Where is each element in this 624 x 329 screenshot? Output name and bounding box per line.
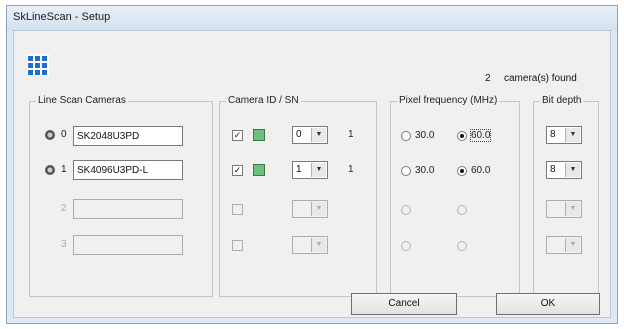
camera-id-select-1[interactable]: 1 ▼ xyxy=(292,161,328,179)
setup-window: SkLineScan - Setup 2 camera(s) found Lin… xyxy=(6,5,618,324)
camera-id-group: Camera ID / SN ✓ 0 ▼ 1 ✓ 1 ▼ 1 ▼ ▼ xyxy=(219,95,377,297)
row-index-0: 0 xyxy=(61,129,67,140)
bit-depth-value-1: 8 xyxy=(550,164,556,175)
cancel-button[interactable]: Cancel xyxy=(351,293,457,315)
bit-depth-value-0: 8 xyxy=(550,129,556,140)
camera-sn-0: 1 xyxy=(348,129,354,140)
camera-id-select-2: ▼ xyxy=(292,200,328,218)
freq-label-1-a: 30.0 xyxy=(415,165,435,176)
bit-depth-group: Bit depth 8 ▼ 8 ▼ ▼ ▼ xyxy=(533,95,599,297)
bit-depth-select-0[interactable]: 8 ▼ xyxy=(546,126,582,144)
freq-radio-1-b[interactable] xyxy=(457,166,467,176)
title-bar[interactable]: SkLineScan - Setup xyxy=(7,6,617,30)
camera-name-3 xyxy=(73,235,183,255)
pixel-frequency-label: Pixel frequency (MHz) xyxy=(397,95,500,106)
chevron-down-icon: ▼ xyxy=(565,202,580,216)
line-scan-cameras-group: Line Scan Cameras 0 SK2048U3PD 1 SK4096U… xyxy=(29,95,213,297)
freq-radio-2-a xyxy=(401,205,411,215)
window-title: SkLineScan - Setup xyxy=(13,11,111,23)
freq-label-0-b: 60.0 xyxy=(469,129,492,142)
camera-id-select-0[interactable]: 0 ▼ xyxy=(292,126,328,144)
freq-radio-3-a xyxy=(401,241,411,251)
camera-name-0[interactable]: SK2048U3PD xyxy=(73,126,183,146)
camera-count-label: camera(s) found xyxy=(504,73,577,84)
freq-radio-0-b[interactable] xyxy=(457,131,467,141)
chevron-down-icon[interactable]: ▼ xyxy=(311,128,326,142)
camera-id-icon xyxy=(253,129,265,141)
camera-name-1[interactable]: SK4096U3PD-L xyxy=(73,160,183,180)
camera-sn-1: 1 xyxy=(348,164,354,175)
camera-enable-checkbox-1[interactable]: ✓ xyxy=(232,165,243,176)
grid-app-icon xyxy=(27,54,49,76)
camera-icon xyxy=(45,130,55,140)
camera-id-value-0: 0 xyxy=(296,129,302,140)
freq-radio-0-a[interactable] xyxy=(401,131,411,141)
camera-id-value-1: 1 xyxy=(296,164,302,175)
ok-button[interactable]: OK xyxy=(496,293,600,315)
chevron-down-icon: ▼ xyxy=(311,202,326,216)
camera-enable-checkbox-0[interactable]: ✓ xyxy=(232,130,243,141)
row-index-2: 2 xyxy=(61,203,67,214)
camera-count: 2 xyxy=(485,73,491,84)
camera-name-2 xyxy=(73,199,183,219)
camera-id-select-3: ▼ xyxy=(292,236,328,254)
bit-depth-select-3: ▼ xyxy=(546,236,582,254)
camera-id-icon xyxy=(253,164,265,176)
camera-enable-checkbox-3 xyxy=(232,240,243,251)
camera-id-label: Camera ID / SN xyxy=(226,95,301,106)
freq-radio-2-b xyxy=(457,205,467,215)
freq-label-0-a: 30.0 xyxy=(415,130,435,141)
camera-enable-checkbox-2 xyxy=(232,204,243,215)
freq-radio-3-b xyxy=(457,241,467,251)
chevron-down-icon: ▼ xyxy=(311,238,326,252)
dialog-body: 2 camera(s) found Line Scan Cameras 0 SK… xyxy=(13,30,611,318)
freq-label-1-b: 60.0 xyxy=(471,165,491,176)
chevron-down-icon[interactable]: ▼ xyxy=(565,128,580,142)
chevron-down-icon[interactable]: ▼ xyxy=(565,163,580,177)
freq-radio-1-a[interactable] xyxy=(401,166,411,176)
bit-depth-label: Bit depth xyxy=(540,95,584,106)
camera-icon xyxy=(45,165,55,175)
line-scan-cameras-label: Line Scan Cameras xyxy=(36,95,128,106)
row-index-3: 3 xyxy=(61,239,67,250)
row-index-1: 1 xyxy=(61,164,67,175)
bit-depth-select-1[interactable]: 8 ▼ xyxy=(546,161,582,179)
bit-depth-select-2: ▼ xyxy=(546,200,582,218)
chevron-down-icon[interactable]: ▼ xyxy=(311,163,326,177)
pixel-frequency-group: Pixel frequency (MHz) 30.0 60.0 30.0 60.… xyxy=(390,95,520,297)
chevron-down-icon: ▼ xyxy=(565,238,580,252)
